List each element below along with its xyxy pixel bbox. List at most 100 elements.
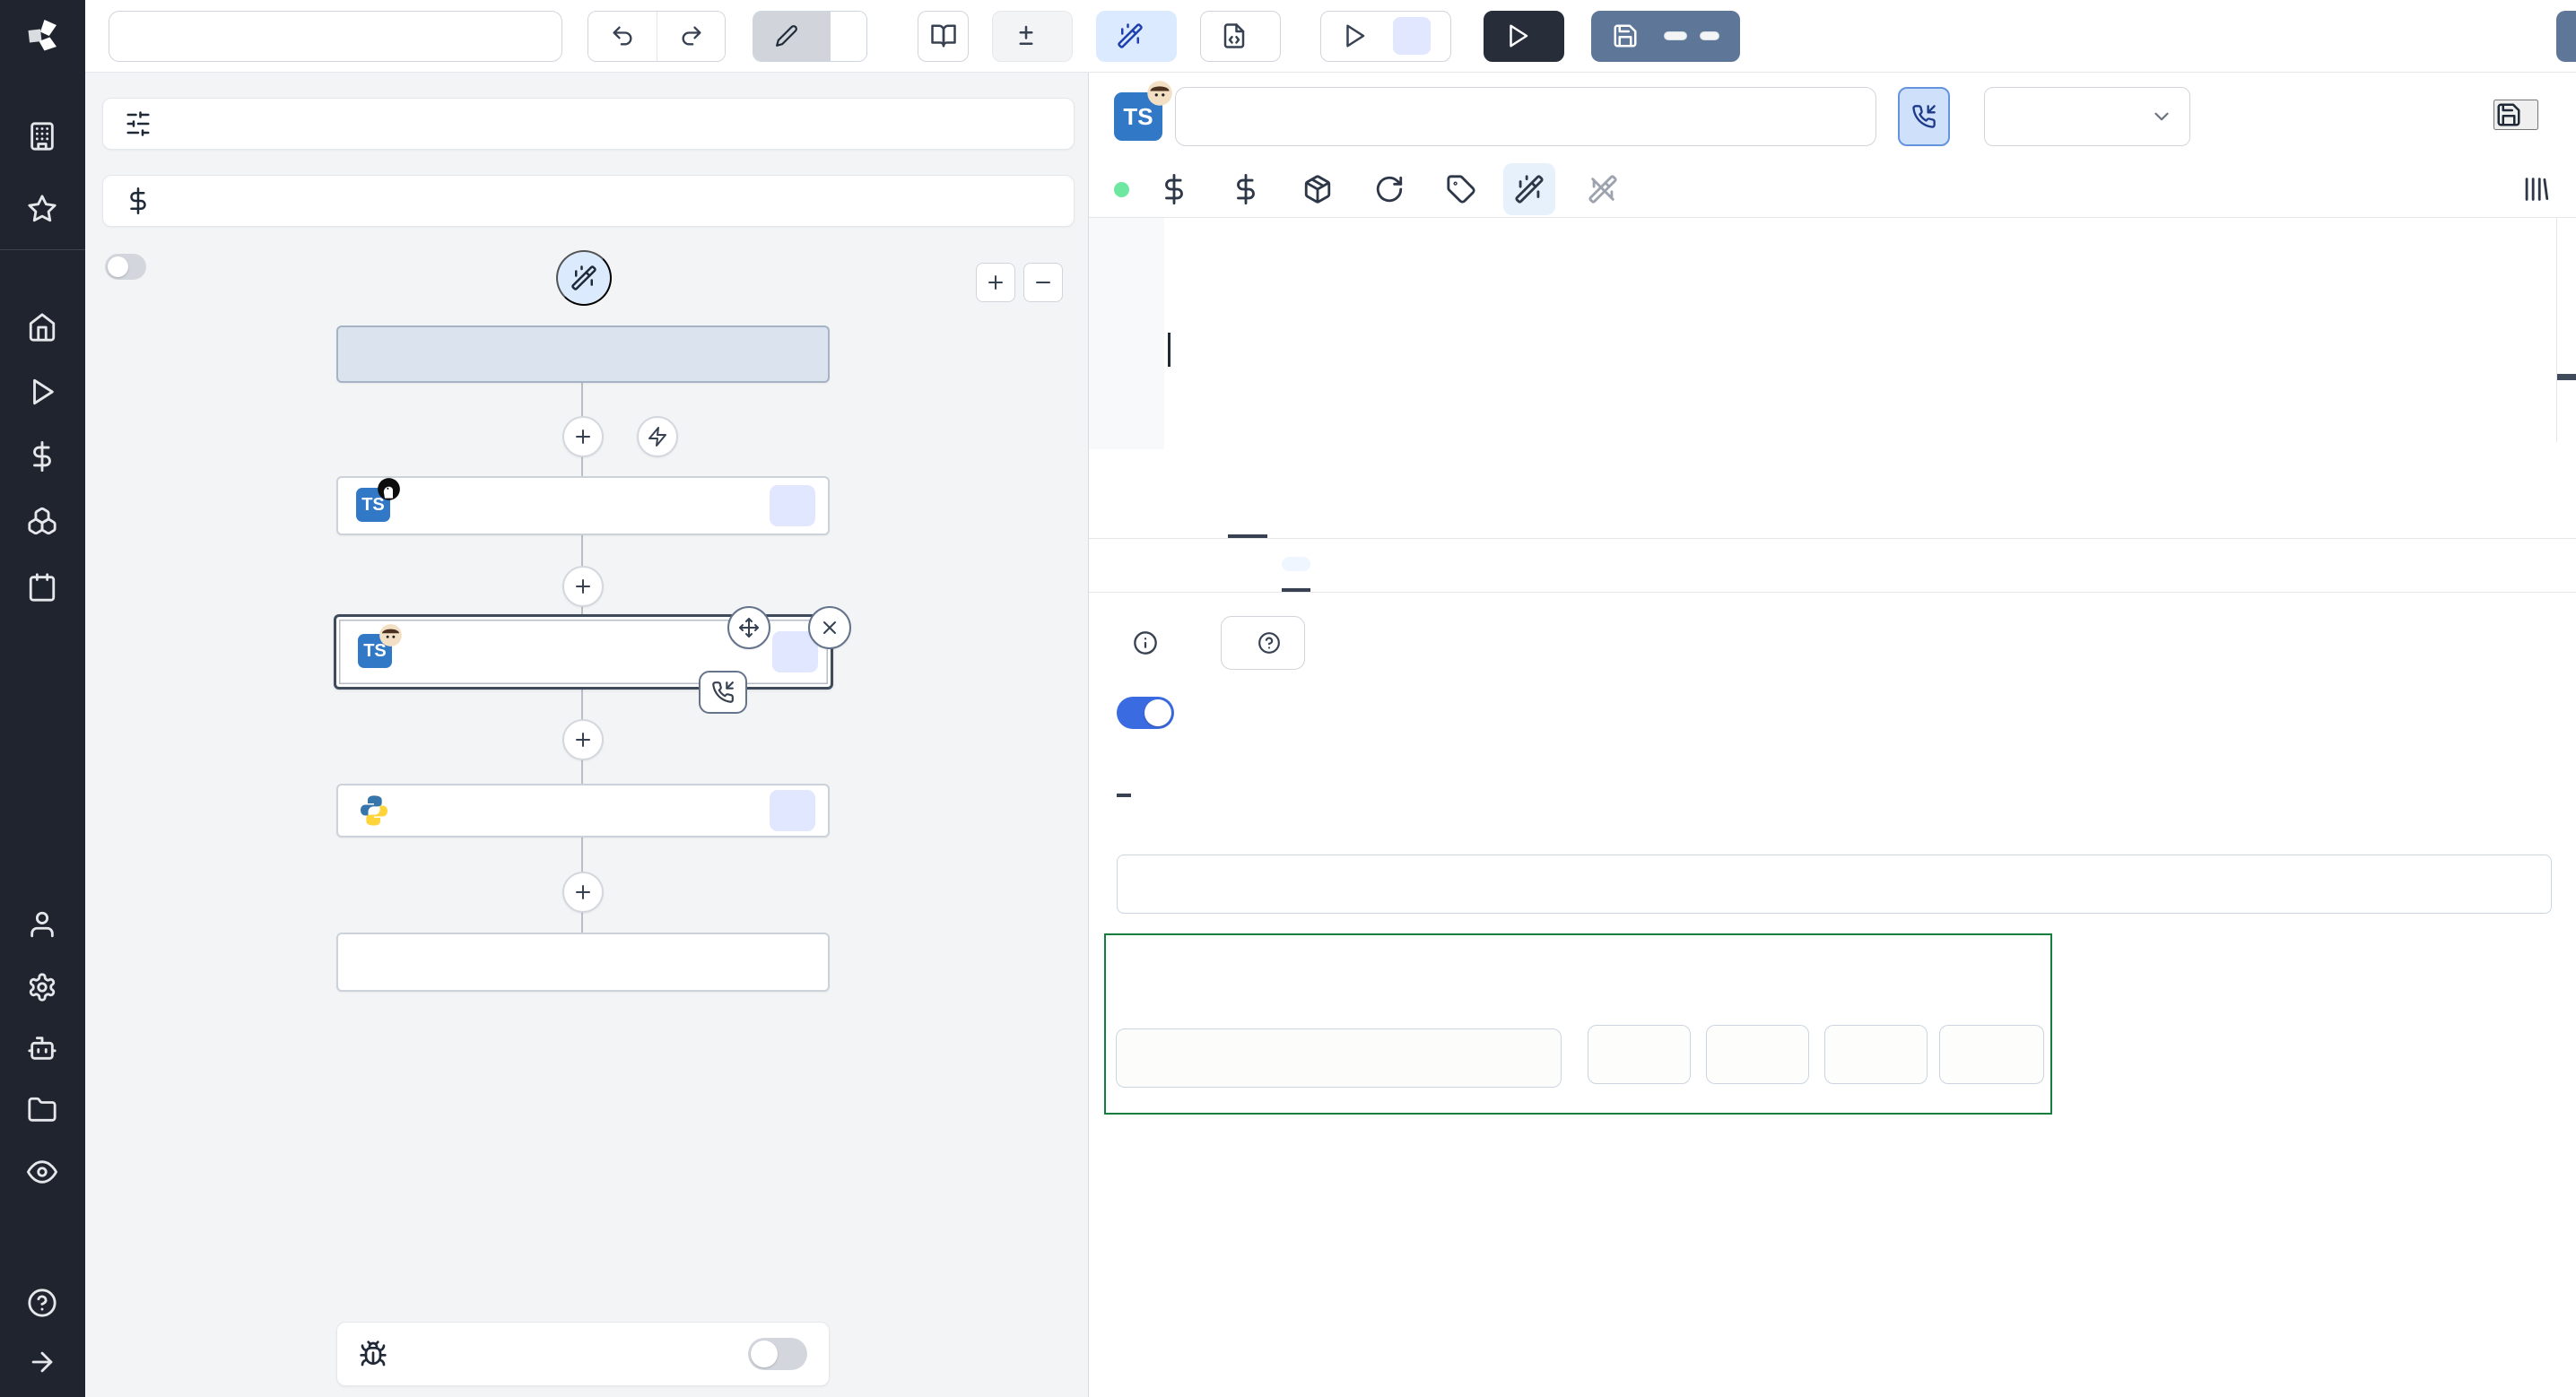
runs-play-icon[interactable] [27, 377, 57, 407]
graph-node-input[interactable] [336, 325, 830, 383]
ai-flow-builder-button[interactable] [1096, 10, 1177, 62]
test-flow-button[interactable] [1484, 10, 1564, 62]
zoom-out-button[interactable] [1023, 263, 1063, 302]
suspend-toggle-row [1117, 697, 2549, 729]
ctrl-key-badge [1664, 31, 1687, 40]
library-icon[interactable] [2520, 174, 2551, 204]
bug-icon [360, 1341, 387, 1367]
ai-wand-fab-button[interactable] [556, 250, 612, 306]
save-icon [2497, 103, 2520, 126]
undo-button[interactable] [588, 11, 657, 61]
code-editor[interactable] [1089, 218, 2576, 487]
docs-book-button[interactable] [918, 10, 969, 62]
timeout-display-value [1116, 1028, 1562, 1088]
resources-dollar-icon[interactable] [1231, 174, 1261, 204]
deploy-button-cutoff[interactable] [2556, 11, 2576, 62]
variables-dollar-icon[interactable] [27, 441, 57, 472]
diff-icon [1019, 25, 1033, 45]
wand-disabled-icon[interactable] [1588, 174, 1618, 204]
graph-node-result[interactable] [336, 933, 830, 992]
settings-gear-icon[interactable] [27, 972, 57, 1002]
help-icon[interactable] [27, 1288, 57, 1318]
sidebar-divider [0, 249, 85, 250]
play-icon [1346, 24, 1365, 48]
step-editor-panel: TS [1089, 73, 2576, 1397]
redo-button[interactable] [657, 11, 725, 61]
flow-settings-card[interactable] [102, 98, 1075, 150]
error-handler-card[interactable] [336, 1322, 830, 1386]
zoom-in-button[interactable] [976, 263, 1015, 302]
suspend-approval-toggle-button[interactable] [1898, 87, 1950, 146]
suspend-enabled-toggle[interactable] [1117, 697, 1174, 729]
editor-gutter [1089, 218, 1164, 449]
graph-node-step-b[interactable] [336, 784, 830, 837]
path-button[interactable] [753, 11, 831, 61]
reload-icon[interactable] [1374, 174, 1405, 204]
tag-icon[interactable] [1446, 174, 1476, 204]
graph-node-step-a[interactable]: TS [336, 476, 830, 535]
minimap-scroll-marker[interactable] [2557, 374, 2576, 380]
all-static-inputs-card[interactable] [102, 175, 1075, 227]
audit-eye-icon[interactable] [27, 1157, 57, 1187]
approval-prompt-helpers-button[interactable] [1221, 616, 1305, 670]
timeout-day-input[interactable] [1939, 1025, 2044, 1084]
plus-icon [576, 885, 590, 899]
step-name-input[interactable] [1175, 87, 1876, 146]
move-step-button[interactable] [727, 606, 770, 649]
insert-step-button[interactable] [562, 872, 604, 913]
step-a-id-badge [770, 485, 815, 526]
diff-button[interactable] [992, 10, 1073, 62]
help-icon [1258, 632, 1280, 654]
package-icon[interactable] [1302, 174, 1333, 204]
plus-icon [576, 430, 590, 444]
export-button[interactable] [1200, 10, 1281, 62]
user-icon[interactable] [27, 909, 57, 940]
suspend-tab-permissions[interactable] [1221, 752, 1235, 797]
home-icon[interactable] [27, 312, 57, 343]
sliders-icon [126, 111, 150, 136]
info-icon[interactable] [1133, 630, 1158, 655]
timeout-sec-input[interactable] [1588, 1025, 1691, 1084]
insert-step-button[interactable] [562, 719, 604, 760]
timeout-hour-input[interactable] [1824, 1025, 1928, 1084]
schedules-calendar-icon[interactable] [27, 572, 57, 603]
windmill-logo[interactable] [22, 14, 65, 57]
error-handler-toggle[interactable] [748, 1338, 807, 1370]
subtab-suspend[interactable] [1282, 539, 1310, 592]
export-file-icon [1223, 23, 1245, 48]
suspend-phone-badge [699, 671, 747, 714]
insert-step-button[interactable] [562, 416, 604, 457]
python-lang-icon [356, 793, 392, 829]
insert-trigger-button[interactable] [637, 416, 678, 457]
save-draft-button[interactable] [1591, 10, 1740, 62]
insert-step-button[interactable] [562, 566, 604, 607]
ai-assistant-active-button[interactable] [1503, 163, 1555, 215]
approvals-required-input[interactable] [1117, 855, 2552, 914]
favorites-star-icon[interactable] [27, 194, 57, 224]
suspend-tab-form[interactable] [1169, 752, 1183, 797]
topbar [85, 0, 2576, 73]
flow-summary-input[interactable] [109, 10, 562, 62]
plus-icon [988, 275, 1003, 290]
python-logo-icon [361, 795, 387, 826]
timeout-min-input[interactable] [1706, 1025, 1809, 1084]
save-to-workspace-button[interactable] [2493, 100, 2538, 130]
expand-sidebar-arrow-icon[interactable] [27, 1347, 57, 1377]
step-select-dropdown[interactable] [1984, 87, 2190, 146]
resources-boxes-icon[interactable] [27, 506, 57, 536]
delete-step-button[interactable] [808, 606, 851, 649]
workers-bot-icon[interactable] [27, 1033, 57, 1063]
dataflow-toggle[interactable] [105, 254, 146, 280]
dollar-icon [130, 187, 146, 214]
folders-icon[interactable] [27, 1095, 57, 1125]
variables-dollar-icon[interactable] [1159, 174, 1189, 204]
flow-graph-panel: TS TS [85, 73, 1089, 1397]
test-up-to-button[interactable] [1320, 10, 1451, 62]
suspend-section [1089, 616, 2576, 1115]
suspend-tabs [1117, 752, 2549, 797]
workspace-icon[interactable] [27, 121, 57, 152]
tab-advanced[interactable] [1228, 487, 1267, 538]
suspend-tab-core[interactable] [1117, 752, 1131, 797]
path-group[interactable] [753, 10, 867, 62]
step-header: TS [1089, 73, 2576, 161]
